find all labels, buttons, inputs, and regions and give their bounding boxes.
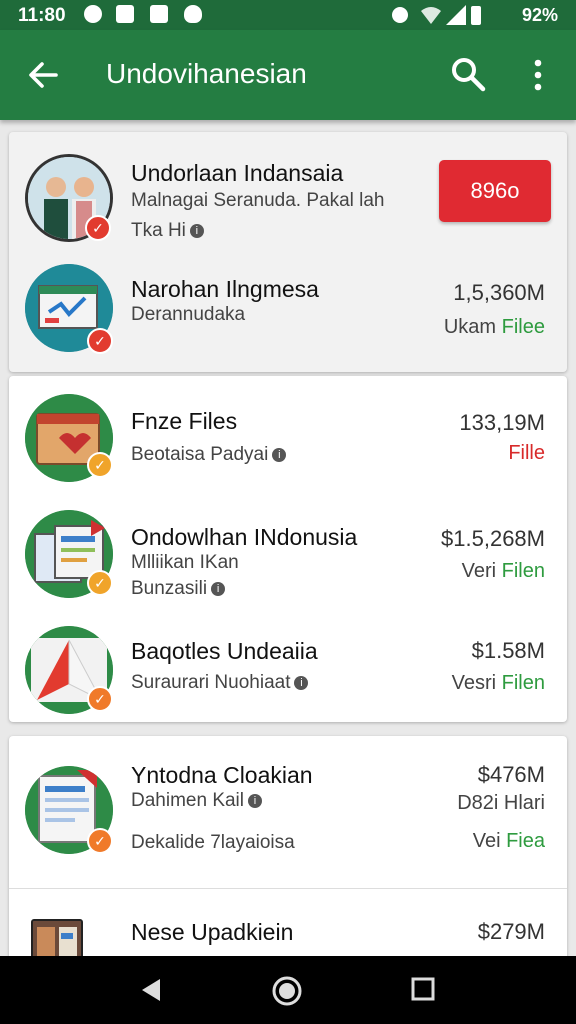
list-card: ✓ Fnze Files Beotaisa Padyai i 133,19M Fi… [9, 376, 567, 722]
list-card: ✓ Yntodna Cloakian Dahimen Kail i Dekalid… [9, 736, 567, 962]
wifi-icon [421, 7, 441, 24]
item-subtitle-text: Dahimen Kail [131, 790, 244, 811]
more-vert-icon[interactable] [528, 58, 548, 92]
page-title: Undovihanesian [106, 58, 307, 89]
item-status-prefix: Veri [461, 560, 502, 582]
item-size: $279M [477, 919, 545, 944]
item-subtitle: Derannudaka [131, 304, 246, 325]
item-size: 133,19M [459, 410, 545, 435]
info-icon: i [211, 581, 226, 596]
nav-home-icon[interactable] [270, 974, 304, 1008]
item-title: Nese Upadkiein [131, 919, 294, 945]
featured-card: ✓ Undorlaan Indansaia Malnagai Seranuda.… [9, 132, 567, 372]
verified-check-icon: ✓ [87, 828, 113, 854]
verified-check-icon: ✓ [87, 686, 113, 712]
data-saver-icon [392, 7, 408, 23]
status-time: 11:80 [18, 5, 66, 26]
item-size: $476M [477, 762, 545, 787]
item-status-label: Filen [501, 672, 545, 694]
item-title: Narohan Ilngmesa [131, 276, 319, 302]
item-status-label: Fille [508, 442, 545, 464]
item-subtitle: Malnagai Seranuda. Pakal lah [131, 190, 385, 211]
list-item[interactable]: ✓ Undorlaan Indansaia Malnagai Seranuda.… [9, 132, 567, 252]
item-size: 1,5,360M [453, 280, 545, 305]
item-status-label: Filen [501, 560, 545, 582]
item-title: Baqotles Undeaiia [131, 638, 318, 664]
nav-back-icon[interactable] [138, 976, 166, 1004]
item-status-prefix: Vesri [451, 672, 502, 694]
item-status: Vei Fiea [473, 830, 545, 853]
item-subtitle-text: Suraurari Nuohiaat [131, 672, 291, 693]
item-status: Ukam Filee [444, 316, 545, 339]
back-arrow-icon[interactable] [26, 58, 60, 92]
heart-notification-icon [184, 5, 202, 23]
item-meta: Dekalide 7layaioisa [131, 832, 295, 853]
item-title: Fnze Files [131, 408, 238, 434]
battery-percent: 92% [521, 5, 558, 25]
gallery-notification-icon [116, 5, 134, 23]
list-item[interactable]: ✓ Fnze Files Beotaisa Padyai i 133,19M Fi… [9, 376, 567, 492]
verified-check-icon: ✓ [85, 215, 111, 241]
item-meta: Tka Hi i [131, 220, 204, 242]
item-subtitle-text: Beotaisa Padyai [131, 444, 269, 465]
verified-check-icon: ✓ [87, 570, 113, 596]
search-icon[interactable] [450, 56, 486, 92]
info-icon: i [294, 675, 309, 690]
item-extra-text: D82i Hlari [457, 792, 545, 814]
x-notification-icon [150, 5, 168, 23]
item-subtitle: Mlliikan IKan [131, 552, 239, 573]
item-status-prefix: Vei [472, 830, 507, 852]
item-title: Yntodna Cloakian [131, 762, 313, 788]
info-icon: i [189, 223, 204, 238]
battery-icon [471, 6, 481, 25]
list-item[interactable]: ✓ Yntodna Cloakian Dahimen Kail i Dekalid… [9, 736, 567, 888]
item-status: Veri Filen [462, 560, 545, 583]
item-size: $1.58M [471, 638, 545, 663]
app-notification-icon [84, 5, 102, 23]
verified-check-icon: ✓ [87, 328, 113, 354]
item-subtitle: Suraurari Nuohiaat i [131, 672, 309, 694]
list-item[interactable]: Nese Upadkiein $279M [9, 889, 567, 962]
item-subtitle: Dahimen Kail i [131, 790, 262, 812]
item-title: Ondowlhan INdonusia [131, 524, 358, 550]
verified-check-icon: ✓ [87, 452, 113, 478]
item-size: $1.5,268M [441, 526, 545, 551]
info-icon: i [272, 447, 287, 462]
item-status-label: Fiea [506, 830, 545, 852]
item-meta: Bunzasili i [131, 578, 226, 600]
system-nav-bar [0, 956, 576, 1024]
item-status-label: Filee [501, 316, 545, 338]
list-item[interactable]: ✓ Ondowlhan INdonusia Mlliikan IKan Bunz… [9, 492, 567, 608]
app-bar: Undovihanesian [0, 30, 576, 120]
list-item[interactable]: ✓ Narohan Ilngmesa Derannudaka 1,5,360M … [9, 252, 567, 372]
nav-recent-icon[interactable] [410, 976, 436, 1002]
install-button[interactable]: 896o [439, 160, 551, 222]
item-meta-text: Bunzasili [131, 578, 208, 599]
item-extra: D82i Hlari [457, 792, 545, 815]
signal-icon [446, 5, 466, 25]
list-item[interactable]: ✓ Baqotles Undeaiia Suraurari Nuohiaat i … [9, 608, 567, 722]
item-status: Vesri Filen [452, 672, 545, 695]
item-meta-text: Tka Hi [131, 220, 186, 241]
info-icon: i [248, 793, 262, 808]
status-bar: 11:80 92% [0, 0, 576, 30]
item-title: Undorlaan Indansaia [131, 160, 344, 186]
item-subtitle: Beotaisa Padyai i [131, 444, 287, 466]
item-status-prefix: Ukam [443, 316, 502, 338]
